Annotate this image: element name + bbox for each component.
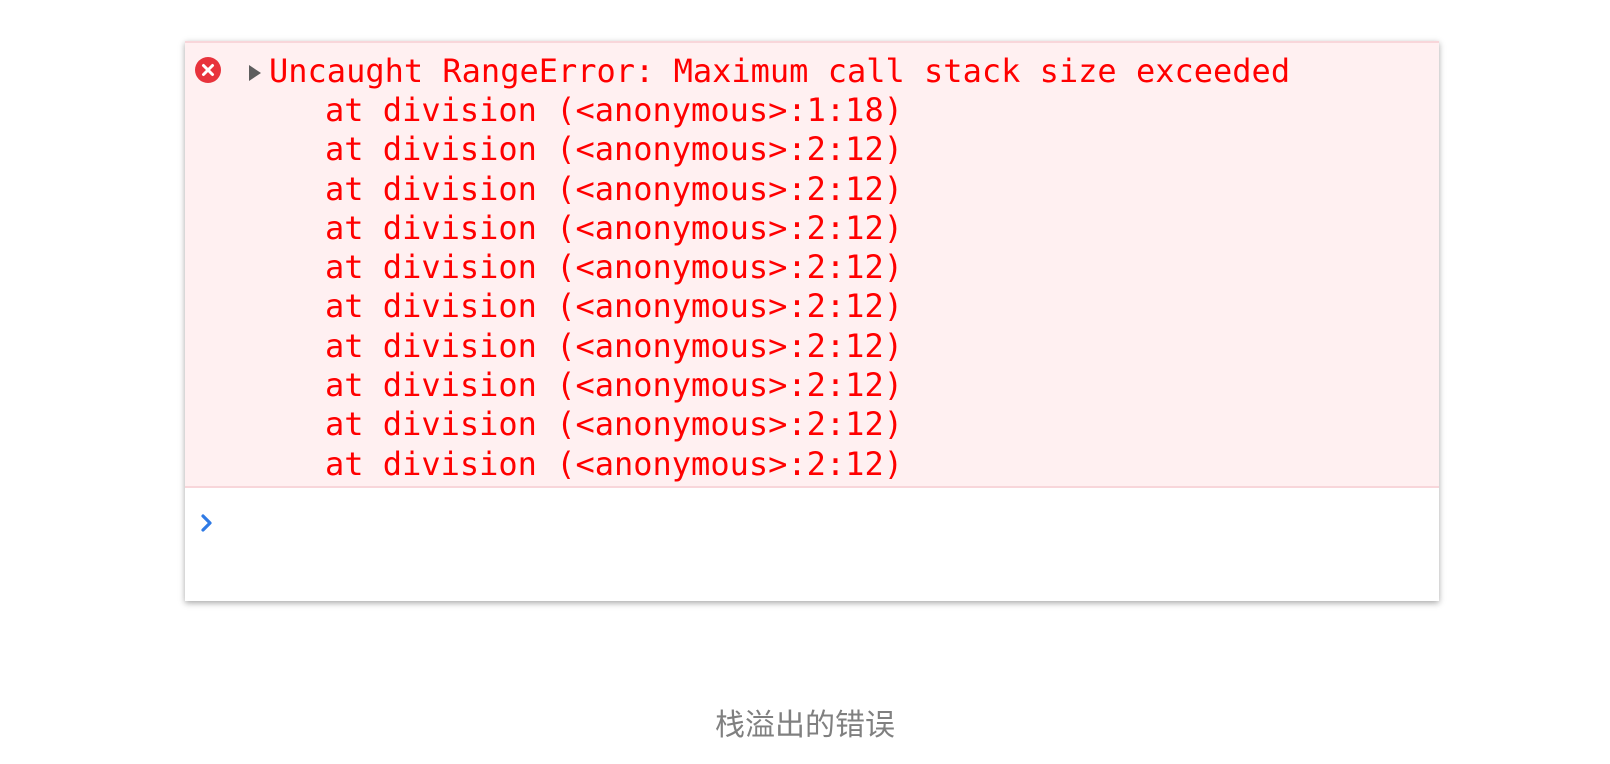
error-message: Uncaught RangeError: Maximum call stack … xyxy=(185,41,1439,488)
figure-caption: 栈溢出的错误 xyxy=(715,708,895,743)
console-panel: Uncaught RangeError: Maximum call stack … xyxy=(185,41,1439,601)
stack-frame: at division (<anonymous>:2:12) xyxy=(325,287,903,326)
stack-frame: at division (<anonymous>:2:12) xyxy=(325,130,903,169)
stack-frame: at division (<anonymous>:2:12) xyxy=(325,366,903,405)
expand-triangle-icon[interactable] xyxy=(249,65,261,81)
console-prompt-input[interactable] xyxy=(197,503,227,543)
error-headline[interactable]: Uncaught RangeError: Maximum call stack … xyxy=(269,51,1290,91)
stack-frame: at division (<anonymous>:2:12) xyxy=(325,169,903,208)
prompt-chevron-icon xyxy=(201,514,212,532)
stack-frame: at division (<anonymous>:2:12) xyxy=(325,405,903,444)
stack-frame: at division (<anonymous>:2:12) xyxy=(325,326,903,365)
stack-frame: at division (<anonymous>:2:12) xyxy=(325,248,903,287)
stack-frame: at division (<anonymous>:2:12) xyxy=(325,444,903,483)
error-icon xyxy=(195,57,221,83)
stack-frame: at division (<anonymous>:1:18) xyxy=(325,91,903,129)
stack-frame: at division (<anonymous>:2:12) xyxy=(325,208,903,247)
stack-trace: at division (<anonymous>:1:18) at divisio… xyxy=(325,91,903,484)
